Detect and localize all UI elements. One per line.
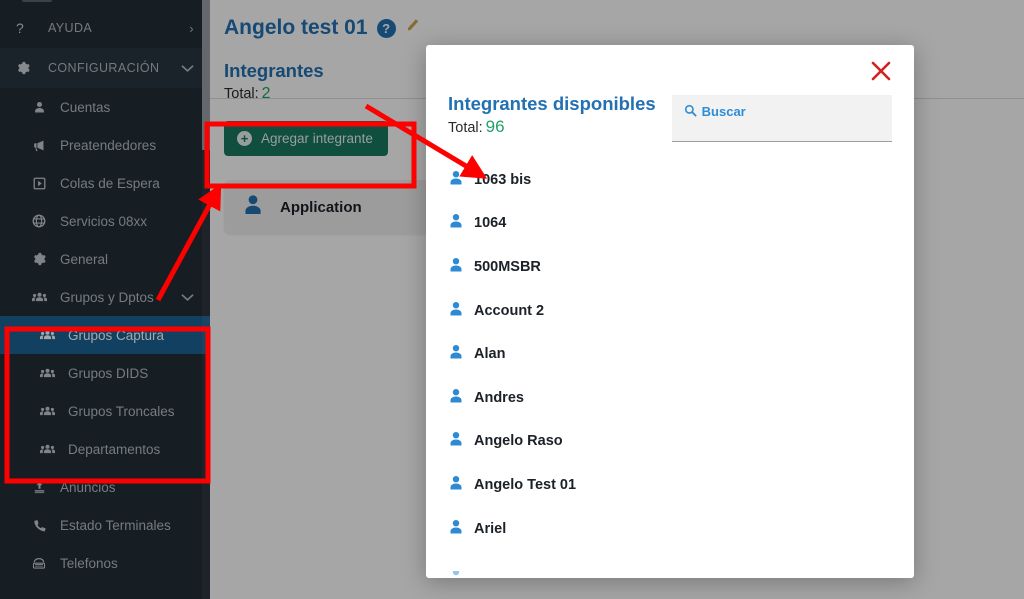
list-item-label: Angelo Test 01: [474, 476, 577, 493]
modal-total-label: Total:: [448, 120, 483, 136]
user-icon: [448, 519, 464, 539]
list-item[interactable]: Alan: [448, 332, 892, 376]
user-icon: [448, 213, 464, 233]
list-item-label: 1064: [474, 215, 507, 232]
list-item-label: Angelo Raso: [474, 433, 563, 450]
search-input[interactable]: Buscar: [671, 95, 892, 142]
modal-title-block: Integrantes disponibles Total: 96: [448, 93, 656, 137]
available-members-list[interactable]: 1063 bis 1064 500MSBR Account 2 Alan And…: [448, 158, 892, 578]
list-item-label: 500MSBR: [474, 258, 541, 275]
user-icon: [448, 257, 464, 277]
user-icon: [448, 170, 464, 190]
user-icon: [448, 475, 464, 495]
list-item[interactable]: Angelo Raso: [448, 420, 892, 464]
list-item[interactable]: Angelo Test 01: [448, 463, 892, 507]
list-item-label: Ariel: [474, 520, 507, 537]
user-icon: [448, 388, 464, 408]
list-item-label: Account 2: [474, 302, 545, 319]
modal-total: Total: 96: [448, 117, 656, 137]
search-icon: [684, 104, 697, 120]
user-icon: [448, 564, 464, 578]
screen-root: ? AYUDA › CONFIGURACIÓN Cuentas Preatend…: [0, 0, 1024, 599]
user-icon: [448, 344, 464, 364]
list-item[interactable]: 1063 bis: [448, 158, 892, 202]
list-item[interactable]: Andres: [448, 376, 892, 420]
list-item-label: Alan: [474, 346, 506, 363]
modal-total-value: 96: [485, 117, 505, 136]
available-members-modal: Integrantes disponibles Total: 96 Buscar …: [426, 45, 914, 578]
user-icon: [448, 431, 464, 451]
close-icon[interactable]: [868, 58, 894, 84]
list-item[interactable]: Account 2: [448, 289, 892, 333]
list-item[interactable]: Ariel: [448, 507, 892, 551]
user-icon: [448, 301, 464, 321]
search-placeholder: Buscar: [701, 104, 746, 119]
modal-header: Integrantes disponibles Total: 96 Buscar: [448, 45, 892, 142]
list-item[interactable]: 1064: [448, 202, 892, 246]
list-item-partially-visible[interactable]: [448, 550, 892, 578]
modal-title: Integrantes disponibles: [448, 93, 656, 114]
list-item[interactable]: 500MSBR: [448, 245, 892, 289]
list-item-label: Andres: [474, 389, 524, 406]
list-item-label: 1063 bis: [474, 171, 532, 188]
